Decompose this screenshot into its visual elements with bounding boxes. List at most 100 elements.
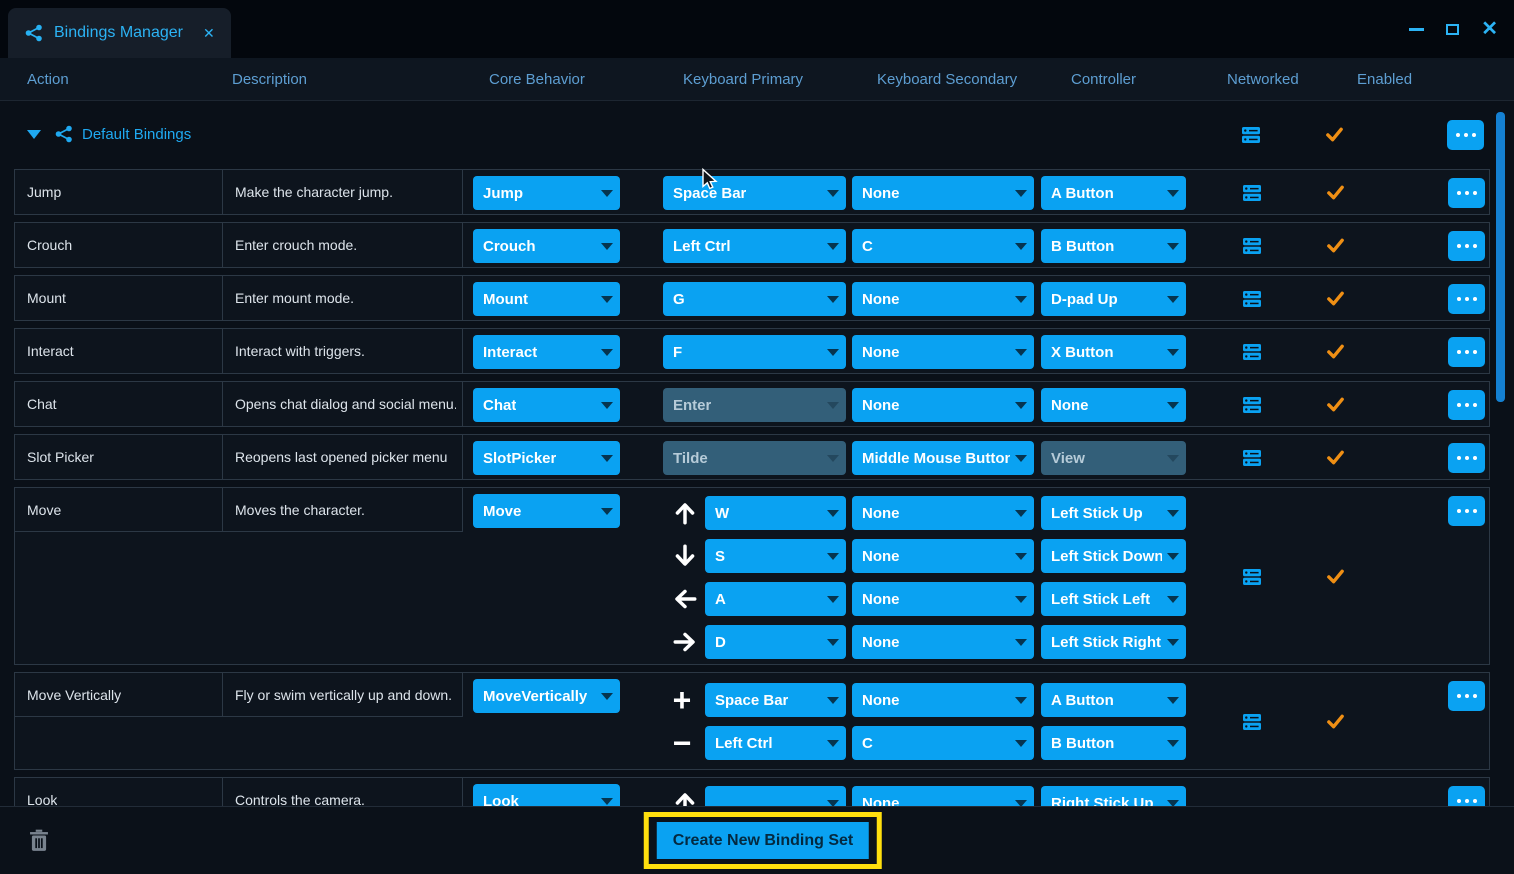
description-field[interactable]: Opens chat dialog and social menu. (223, 382, 463, 426)
action-field[interactable]: Chat (15, 382, 223, 426)
core-behavior-dropdown[interactable]: Move (473, 494, 620, 528)
vertical-scrollbar[interactable] (1496, 112, 1505, 402)
controller-dropdown[interactable]: B Button (1041, 229, 1186, 263)
more-options-button[interactable] (1448, 443, 1485, 473)
more-options-button[interactable] (1448, 284, 1485, 314)
enabled-checkbox[interactable] (1326, 567, 1345, 586)
more-options-button[interactable] (1447, 120, 1484, 150)
description-field[interactable]: Enter mount mode. (223, 276, 463, 320)
action-field[interactable]: Crouch (15, 223, 223, 267)
keyboard-secondary-dropdown[interactable]: C (852, 726, 1034, 760)
controller-dropdown[interactable]: A Button (1041, 683, 1186, 717)
keyboard-secondary-dropdown[interactable]: None (852, 335, 1034, 369)
keyboard-primary-dropdown[interactable]: Left Ctrl (663, 229, 846, 263)
more-options-button[interactable] (1448, 231, 1485, 261)
more-options-button[interactable] (1448, 786, 1485, 806)
keyboard-secondary-dropdown[interactable]: None (852, 496, 1034, 530)
keyboard-primary-dropdown[interactable]: S (705, 539, 846, 573)
networked-icon[interactable] (1242, 567, 1262, 587)
networked-icon[interactable] (1242, 183, 1262, 203)
action-field[interactable]: Move (15, 488, 223, 532)
controller-dropdown[interactable]: Left Stick Down (1041, 539, 1186, 573)
keyboard-secondary-dropdown[interactable]: None (852, 176, 1034, 210)
keyboard-primary-dropdown[interactable]: Space Bar (705, 683, 846, 717)
enabled-checkbox[interactable] (1326, 236, 1345, 255)
more-options-button[interactable] (1448, 681, 1485, 711)
tab-close-icon[interactable]: ✕ (203, 25, 215, 42)
more-options-button[interactable] (1448, 496, 1485, 526)
core-behavior-dropdown[interactable]: Crouch (473, 229, 620, 263)
enabled-checkbox[interactable] (1326, 289, 1345, 308)
networked-icon[interactable] (1242, 342, 1262, 362)
controller-dropdown[interactable]: Left Stick Left (1041, 582, 1186, 616)
keyboard-primary-dropdown[interactable]: A (705, 582, 846, 616)
networked-icon[interactable] (1242, 289, 1262, 309)
enabled-checkbox[interactable] (1326, 448, 1345, 467)
action-field[interactable]: Slot Picker (15, 435, 223, 479)
description-field[interactable]: Enter crouch mode. (223, 223, 463, 267)
enabled-checkbox[interactable] (1325, 125, 1344, 144)
core-behavior-dropdown[interactable]: SlotPicker (473, 441, 620, 475)
networked-icon[interactable] (1242, 448, 1262, 468)
core-behavior-dropdown[interactable]: Chat (473, 388, 620, 422)
minimize-icon[interactable] (1409, 28, 1424, 31)
enabled-checkbox[interactable] (1326, 395, 1345, 414)
more-options-button[interactable] (1448, 178, 1485, 208)
keyboard-secondary-dropdown[interactable]: None (852, 786, 1034, 806)
keyboard-secondary-dropdown[interactable]: Middle Mouse Button (852, 441, 1034, 475)
description-field[interactable]: Controls the camera. (223, 778, 463, 806)
controller-dropdown[interactable]: X Button (1041, 335, 1186, 369)
enabled-checkbox[interactable] (1326, 712, 1345, 731)
keyboard-primary-dropdown[interactable]: Space Bar (663, 176, 846, 210)
networked-icon[interactable] (1242, 236, 1262, 256)
controller-dropdown[interactable]: None (1041, 388, 1186, 422)
controller-dropdown[interactable]: Left Stick Up (1041, 496, 1186, 530)
keyboard-primary-dropdown[interactable]: G (663, 282, 846, 316)
keyboard-secondary-dropdown[interactable]: C (852, 229, 1034, 263)
keyboard-secondary-dropdown[interactable]: None (852, 683, 1034, 717)
networked-icon[interactable] (1241, 125, 1261, 145)
action-field[interactable]: Mount (15, 276, 223, 320)
controller-dropdown[interactable]: B Button (1041, 726, 1186, 760)
keyboard-secondary-dropdown[interactable]: None (852, 388, 1034, 422)
controller-dropdown[interactable]: D-pad Up (1041, 282, 1186, 316)
core-behavior-dropdown[interactable]: Interact (473, 335, 620, 369)
create-new-binding-set-button[interactable]: Create New Binding Set (657, 822, 869, 859)
enabled-checkbox[interactable] (1326, 342, 1345, 361)
networked-icon[interactable] (1242, 395, 1262, 415)
keyboard-primary-dropdown[interactable] (705, 786, 846, 806)
more-options-button[interactable] (1448, 390, 1485, 420)
core-behavior-dropdown[interactable]: Jump (473, 176, 620, 210)
trash-icon[interactable] (28, 829, 50, 853)
description-field[interactable]: Fly or swim vertically up and down. (223, 673, 463, 717)
keyboard-secondary-dropdown[interactable]: None (852, 582, 1034, 616)
controller-dropdown[interactable]: Right Stick Up (1041, 786, 1186, 806)
enabled-checkbox[interactable] (1326, 183, 1345, 202)
action-field[interactable]: Move Vertically (15, 673, 223, 717)
controller-dropdown[interactable]: A Button (1041, 176, 1186, 210)
action-field[interactable]: Look (15, 778, 223, 806)
description-field[interactable]: Make the character jump. (223, 170, 463, 214)
networked-icon[interactable] (1242, 712, 1262, 732)
keyboard-primary-dropdown[interactable]: Left Ctrl (705, 726, 846, 760)
core-behavior-dropdown[interactable]: Look (473, 784, 620, 806)
description-field[interactable]: Interact with triggers. (223, 329, 463, 373)
action-field[interactable]: Jump (15, 170, 223, 214)
action-field[interactable]: Interact (15, 329, 223, 373)
core-behavior-dropdown[interactable]: MoveVertically (473, 679, 620, 713)
keyboard-secondary-dropdown[interactable]: None (852, 282, 1034, 316)
description-field[interactable]: Reopens last opened picker menu (223, 435, 463, 479)
maximize-icon[interactable] (1446, 24, 1459, 35)
close-icon[interactable]: ✕ (1481, 19, 1498, 39)
keyboard-primary-dropdown[interactable]: F (663, 335, 846, 369)
keyboard-secondary-dropdown[interactable]: None (852, 539, 1034, 573)
collapse-arrow-icon[interactable] (27, 130, 41, 139)
description-field[interactable]: Moves the character. (223, 488, 463, 532)
tab-bindings-manager[interactable]: Bindings Manager ✕ (8, 8, 231, 58)
keyboard-primary-dropdown[interactable]: D (705, 625, 846, 659)
core-behavior-dropdown[interactable]: Mount (473, 282, 620, 316)
controller-dropdown[interactable]: Left Stick Right (1041, 625, 1186, 659)
keyboard-primary-dropdown[interactable]: W (705, 496, 846, 530)
keyboard-secondary-dropdown[interactable]: None (852, 625, 1034, 659)
more-options-button[interactable] (1448, 337, 1485, 367)
